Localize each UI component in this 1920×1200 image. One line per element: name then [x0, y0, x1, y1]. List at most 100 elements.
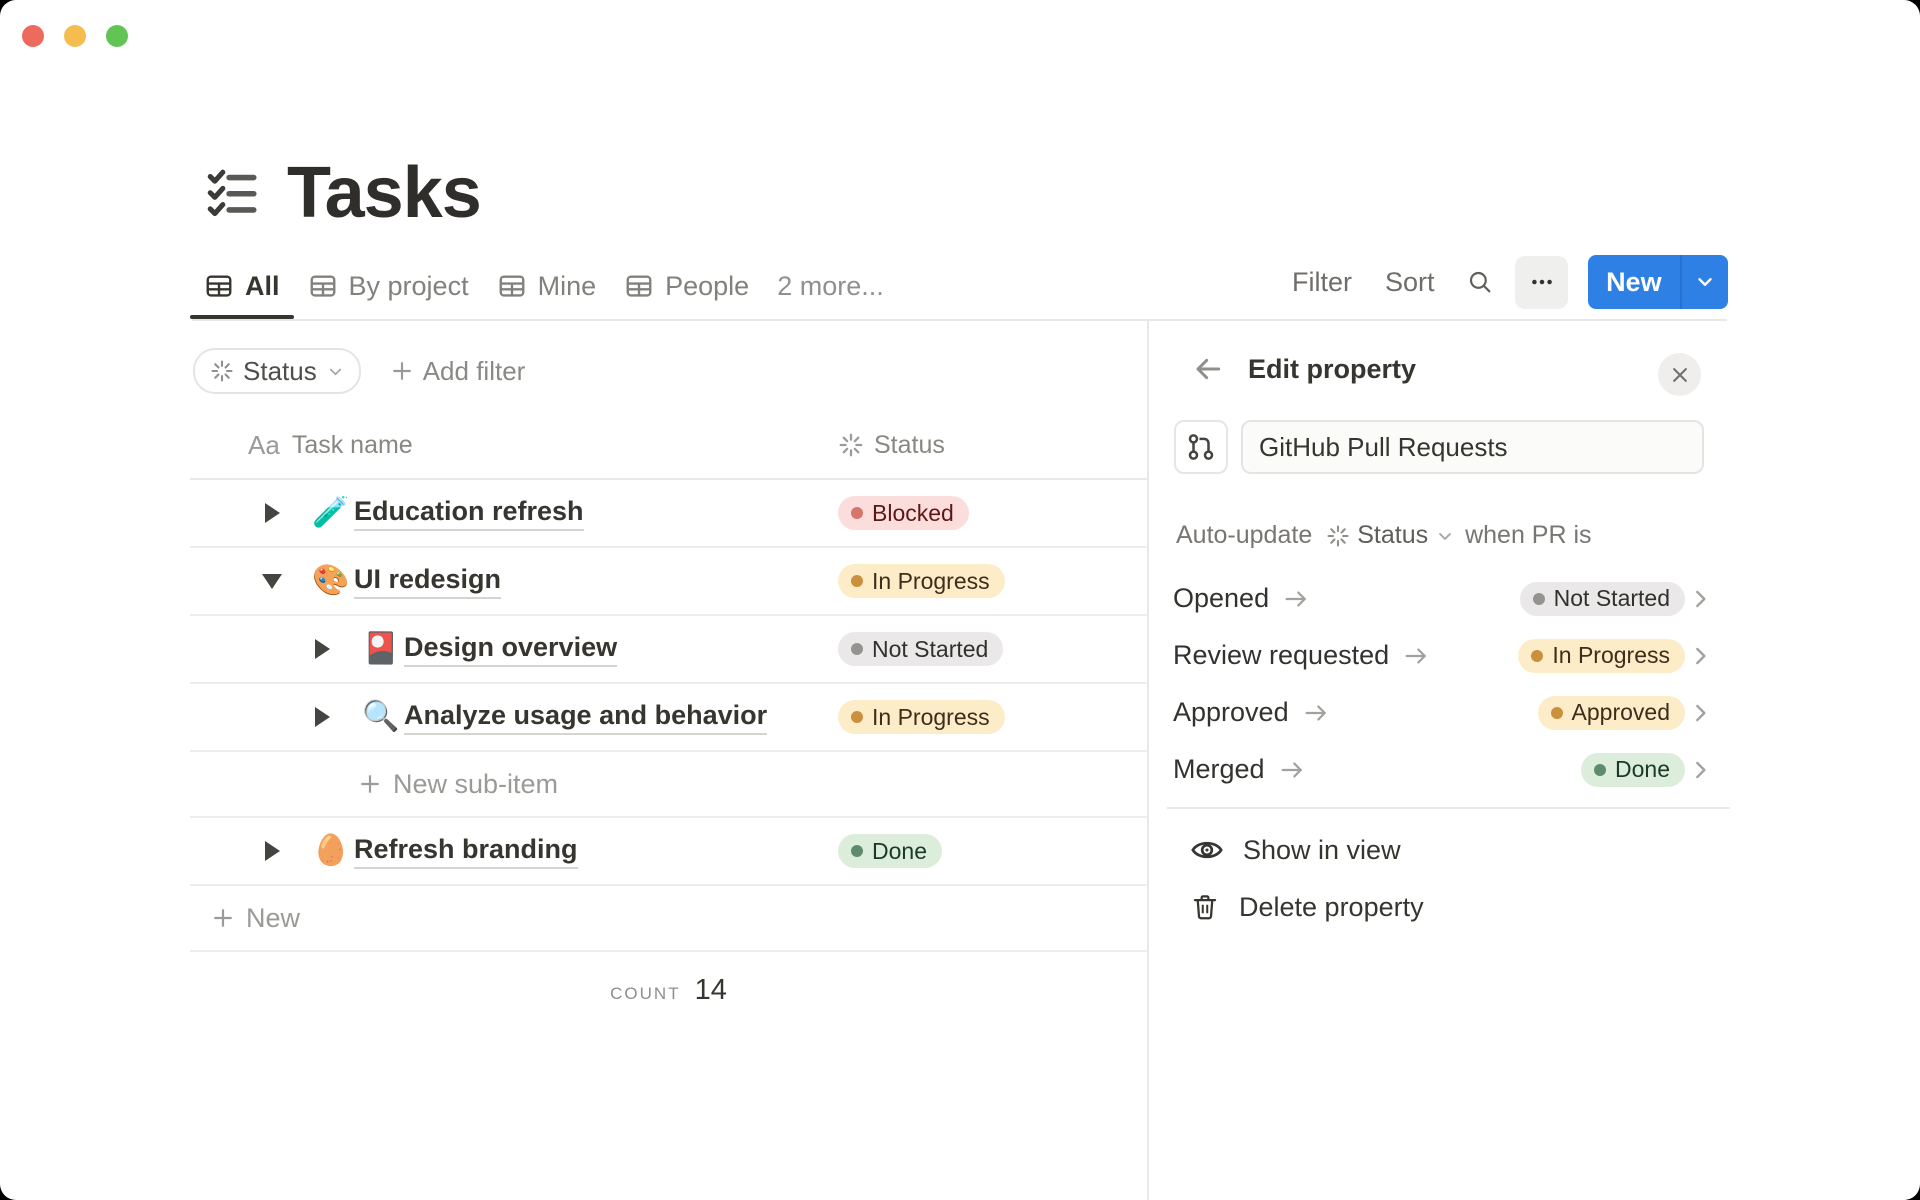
row-expand-toggle[interactable]: [312, 639, 332, 659]
task-title-link[interactable]: Design overview: [404, 632, 618, 667]
chevron-right-icon[interactable]: [1687, 586, 1713, 612]
pr-event-label: Review requested: [1173, 640, 1390, 670]
page-title-row: Tasks: [203, 152, 482, 234]
mapped-status-select[interactable]: Done: [1581, 752, 1685, 787]
chevron-right-icon[interactable]: [1687, 757, 1713, 783]
add-filter-label: Add filter: [422, 355, 526, 386]
tab-mine[interactable]: Mine: [483, 255, 611, 317]
mapping-row-opened: Opened Not Started: [1173, 570, 1713, 627]
chevron-down-icon: [1698, 278, 1712, 286]
auto-update-property-select[interactable]: Status: [1326, 521, 1455, 550]
status-cell[interactable]: In Progress: [838, 564, 1005, 598]
status-dot: [851, 507, 863, 519]
show-in-view-button[interactable]: Show in view: [1190, 826, 1401, 874]
task-title-link[interactable]: Education refresh: [354, 496, 584, 531]
status-cell[interactable]: Blocked: [838, 496, 969, 530]
show-in-view-label: Show in view: [1243, 834, 1401, 865]
status-property-icon: [839, 433, 863, 457]
row-expand-toggle[interactable]: [262, 503, 282, 523]
status-dot: [851, 845, 863, 857]
zoom-window-button[interactable]: [106, 25, 128, 47]
arrow-right-icon: [1282, 585, 1310, 613]
task-title-link[interactable]: Analyze usage and behavior: [404, 700, 768, 735]
sort-button[interactable]: Sort: [1385, 267, 1437, 298]
filter-button[interactable]: Filter: [1292, 267, 1355, 298]
search-icon[interactable]: [1467, 268, 1493, 296]
status-filter-chip[interactable]: Status: [193, 348, 361, 394]
row-collapse-toggle[interactable]: [262, 573, 282, 589]
task-emoji-icon: 🎴: [362, 632, 400, 665]
pull-request-icon: [1188, 434, 1214, 460]
table-row: 🎴 Design overview Not Started: [190, 616, 1147, 684]
status-label: Blocked: [872, 499, 954, 526]
status-dot: [851, 643, 863, 655]
task-title-link[interactable]: UI redesign: [354, 564, 502, 599]
table-row: 🎨 UI redesign In Progress: [190, 548, 1147, 616]
tab-people[interactable]: People: [610, 255, 763, 317]
more-options-button[interactable]: [1515, 255, 1568, 309]
eye-icon: [1191, 841, 1223, 859]
status-label: In Progress: [872, 567, 990, 594]
delete-property-button[interactable]: Delete property: [1190, 883, 1424, 931]
status-cell[interactable]: Done: [838, 834, 942, 868]
status-label: Not Started: [872, 635, 989, 662]
close-panel-button[interactable]: [1658, 353, 1701, 396]
mapping-row-approved: Approved Approved: [1173, 684, 1713, 741]
task-title-link[interactable]: Refresh branding: [354, 834, 578, 869]
status-dot: [1594, 763, 1607, 776]
column-header-status[interactable]: Status: [838, 431, 945, 460]
row-expand-toggle[interactable]: [312, 707, 332, 727]
property-icon-button[interactable]: [1174, 420, 1228, 474]
tab-by-project[interactable]: By project: [294, 255, 483, 317]
arrow-right-icon: [1302, 699, 1330, 727]
table-row: 🔍 Analyze usage and behavior In Progress: [190, 684, 1147, 752]
auto-update-property-label: Status: [1357, 521, 1429, 549]
auto-update-suffix: when PR is: [1465, 521, 1592, 549]
status-cell[interactable]: In Progress: [838, 700, 1005, 734]
close-window-button[interactable]: [22, 25, 44, 47]
tab-label: All: [245, 270, 280, 301]
tasks-table: Aa Task name Status 🧪 Education refresh: [190, 412, 1147, 1038]
status-dot: [851, 575, 863, 587]
new-button-dropdown[interactable]: [1679, 255, 1728, 309]
chevron-right-icon[interactable]: [1687, 700, 1713, 726]
new-row-button[interactable]: New: [190, 886, 1147, 952]
table-row: 🥚 Refresh branding Done: [190, 818, 1147, 886]
property-name-input[interactable]: [1241, 420, 1704, 474]
back-arrow-icon[interactable]: [1192, 353, 1226, 385]
status-cell[interactable]: Not Started: [838, 632, 1004, 666]
close-icon: [1672, 367, 1687, 382]
status-label: Approved: [1571, 699, 1670, 725]
mapped-status-select[interactable]: In Progress: [1518, 638, 1685, 673]
table-footer-count[interactable]: COUNT 14: [190, 952, 1147, 1038]
mapped-status-select[interactable]: Approved: [1537, 695, 1685, 730]
ellipsis-icon: [1531, 279, 1552, 285]
plus-icon: [214, 909, 232, 927]
tabs-more-button[interactable]: 2 more...: [763, 255, 898, 317]
trash-icon: [1193, 895, 1217, 920]
new-button[interactable]: New: [1588, 255, 1680, 309]
view-toolbar: Filter Sort New: [1292, 255, 1728, 309]
table-header-row: Aa Task name Status: [190, 412, 1147, 480]
status-property-icon: [1327, 524, 1349, 547]
page-title: Tasks: [287, 153, 482, 233]
mapped-status-select[interactable]: Not Started: [1519, 581, 1685, 616]
status-filter-label: Status: [243, 355, 317, 386]
status-label: Done: [872, 837, 927, 864]
status-label: In Progress: [1552, 642, 1670, 668]
status-dot: [851, 711, 863, 723]
count-label: COUNT: [610, 984, 681, 1003]
tab-label: Mine: [537, 270, 597, 301]
task-emoji-icon: 🎨: [312, 564, 350, 597]
tabs-more-label: 2 more...: [777, 270, 884, 301]
status-label: Done: [1615, 756, 1670, 782]
minimize-window-button[interactable]: [64, 25, 86, 47]
arrow-right-icon: [1402, 642, 1430, 670]
tab-all[interactable]: All: [190, 255, 294, 319]
chevron-right-icon[interactable]: [1687, 643, 1713, 669]
chevron-down-icon: [1439, 532, 1452, 540]
add-filter-button[interactable]: Add filter: [389, 355, 526, 387]
column-header-task-name[interactable]: Task name: [292, 431, 413, 460]
row-expand-toggle[interactable]: [262, 841, 282, 861]
new-sub-item-button[interactable]: New sub-item: [190, 752, 1147, 818]
